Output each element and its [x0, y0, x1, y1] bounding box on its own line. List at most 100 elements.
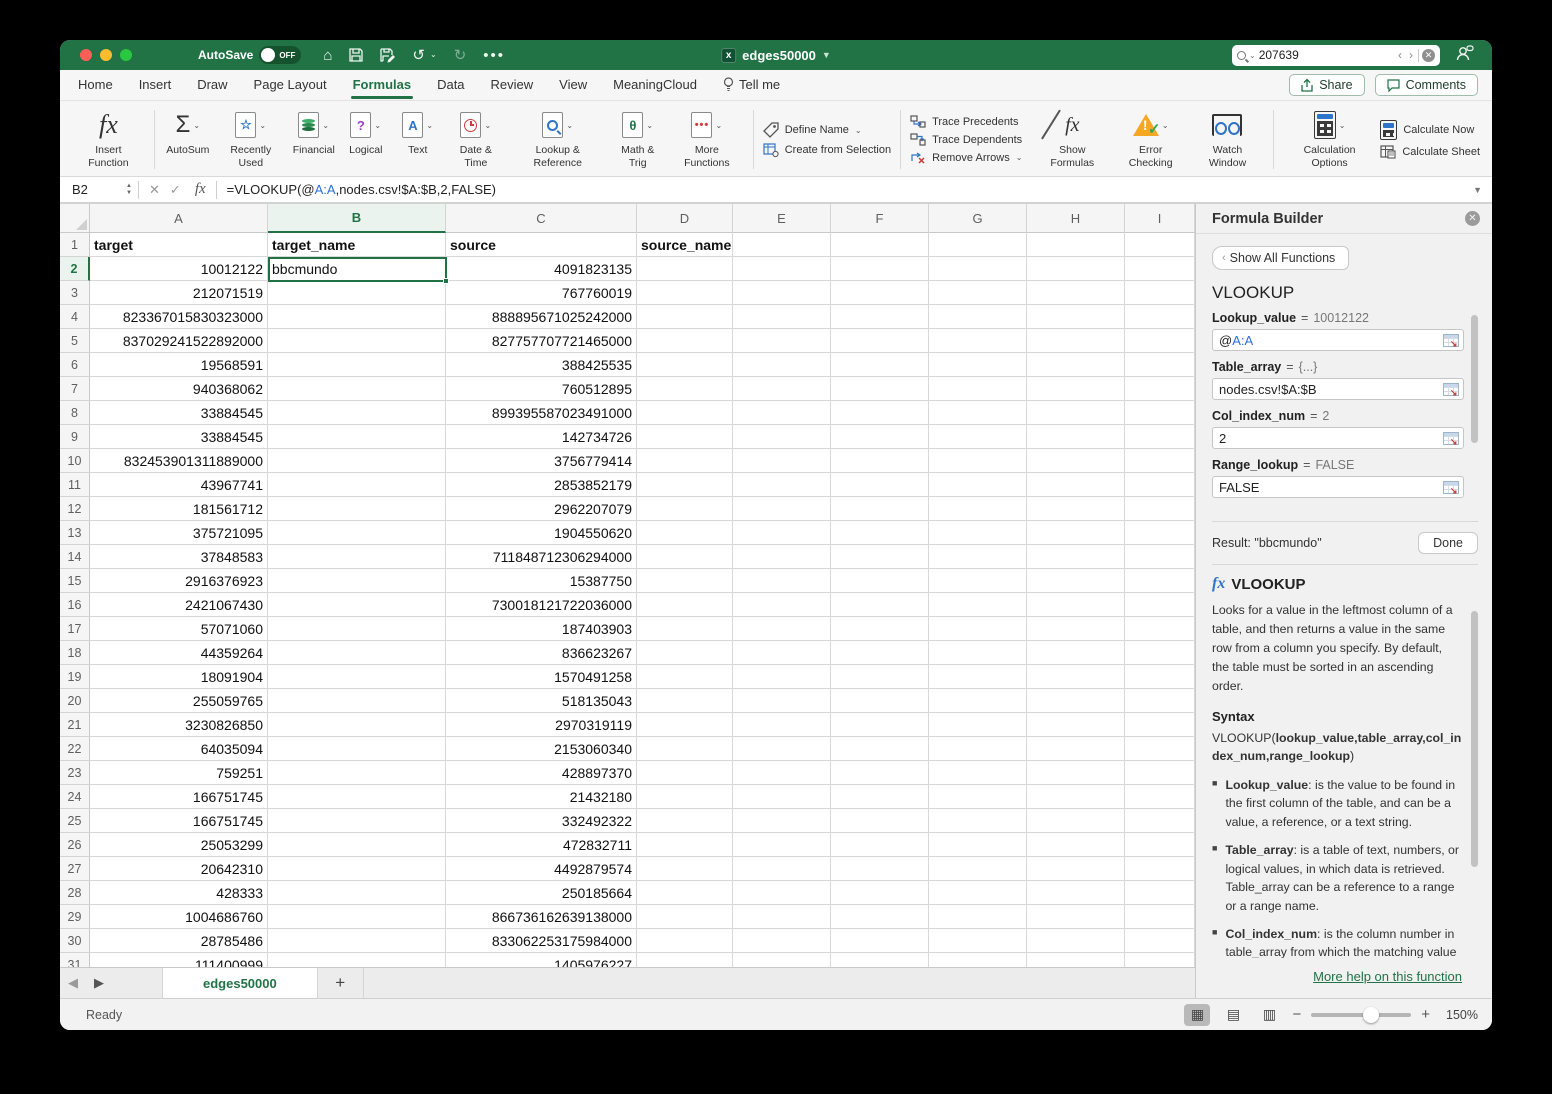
cell-F23[interactable]	[831, 761, 929, 785]
cell-F7[interactable]	[831, 377, 929, 401]
cell-G24[interactable]	[929, 785, 1027, 809]
cell-H17[interactable]	[1027, 617, 1125, 641]
row-header-20[interactable]: 20	[60, 689, 90, 713]
cell-I11[interactable]	[1125, 473, 1195, 497]
tab-view[interactable]: View	[559, 71, 587, 99]
cell-B5[interactable]	[268, 329, 446, 353]
cell-C31[interactable]: 1405976227	[446, 953, 637, 967]
range-selector-icon[interactable]	[1443, 334, 1459, 347]
row-header-9[interactable]: 9	[60, 425, 90, 449]
cell-G4[interactable]	[929, 305, 1027, 329]
cell-F4[interactable]	[831, 305, 929, 329]
cell-I15[interactable]	[1125, 569, 1195, 593]
cell-H19[interactable]	[1027, 665, 1125, 689]
more-functions-button[interactable]: •••⌄ More Functions	[668, 105, 746, 173]
cell-B19[interactable]	[268, 665, 446, 689]
cell-I18[interactable]	[1125, 641, 1195, 665]
cell-C23[interactable]: 428897370	[446, 761, 637, 785]
cell-D16[interactable]	[637, 593, 733, 617]
cell-C10[interactable]: 3756779414	[446, 449, 637, 473]
cell-G3[interactable]	[929, 281, 1027, 305]
cell-H26[interactable]	[1027, 833, 1125, 857]
cell-E21[interactable]	[733, 713, 831, 737]
cell-D6[interactable]	[637, 353, 733, 377]
cell-B22[interactable]	[268, 737, 446, 761]
cell-A27[interactable]: 20642310	[90, 857, 268, 881]
row-header-1[interactable]: 1	[60, 233, 90, 257]
cell-H21[interactable]	[1027, 713, 1125, 737]
cell-D7[interactable]	[637, 377, 733, 401]
cell-B13[interactable]	[268, 521, 446, 545]
cell-H18[interactable]	[1027, 641, 1125, 665]
column-header-F[interactable]: F	[831, 204, 929, 233]
cell-A22[interactable]: 64035094	[90, 737, 268, 761]
more-help-link[interactable]: More help on this function	[1313, 969, 1462, 984]
row-header-31[interactable]: 31	[60, 953, 90, 967]
cell-A7[interactable]: 940368062	[90, 377, 268, 401]
text-button[interactable]: A⌄ Text	[392, 105, 444, 160]
cell-G25[interactable]	[929, 809, 1027, 833]
cell-A21[interactable]: 3230826850	[90, 713, 268, 737]
cell-I14[interactable]	[1125, 545, 1195, 569]
show-all-functions-button[interactable]: ‹Show All Functions	[1212, 246, 1349, 270]
range-selector-icon[interactable]	[1443, 481, 1459, 494]
search-next-button[interactable]: ›	[1407, 48, 1415, 62]
column-header-B[interactable]: B	[268, 204, 446, 233]
cell-I12[interactable]	[1125, 497, 1195, 521]
cell-H23[interactable]	[1027, 761, 1125, 785]
trace-precedents-button[interactable]: Trace Precedents	[910, 115, 1022, 128]
cell-I13[interactable]	[1125, 521, 1195, 545]
row-header-28[interactable]: 28	[60, 881, 90, 905]
row-header-2[interactable]: 2	[60, 257, 90, 281]
cell-G22[interactable]	[929, 737, 1027, 761]
cell-D22[interactable]	[637, 737, 733, 761]
cell-F11[interactable]	[831, 473, 929, 497]
cell-B8[interactable]	[268, 401, 446, 425]
cell-I7[interactable]	[1125, 377, 1195, 401]
cell-A31[interactable]: 111400999	[90, 953, 268, 967]
cell-G27[interactable]	[929, 857, 1027, 881]
column-header-C[interactable]: C	[446, 204, 637, 233]
view-page-break-button[interactable]: ▥	[1256, 1004, 1282, 1026]
cell-E8[interactable]	[733, 401, 831, 425]
cell-F8[interactable]	[831, 401, 929, 425]
cell-E3[interactable]	[733, 281, 831, 305]
cell-H7[interactable]	[1027, 377, 1125, 401]
range-selector-icon[interactable]	[1443, 383, 1459, 396]
search-box[interactable]: ⌄ ‹ › ✕	[1232, 45, 1440, 66]
cell-I28[interactable]	[1125, 881, 1195, 905]
cell-B23[interactable]	[268, 761, 446, 785]
cell-E4[interactable]	[733, 305, 831, 329]
cell-B1[interactable]: target_name	[268, 233, 446, 257]
row-header-11[interactable]: 11	[60, 473, 90, 497]
calculate-sheet-button[interactable]: Calculate Sheet	[1380, 145, 1480, 159]
logical-button[interactable]: ?⌄ Logical	[340, 105, 392, 160]
cell-I30[interactable]	[1125, 929, 1195, 953]
cell-E2[interactable]	[733, 257, 831, 281]
remove-arrows-button[interactable]: Remove Arrows⌄	[910, 151, 1022, 164]
row-header-18[interactable]: 18	[60, 641, 90, 665]
undo-button[interactable]: ↺	[412, 48, 425, 63]
cell-D23[interactable]	[637, 761, 733, 785]
cell-G5[interactable]	[929, 329, 1027, 353]
cell-F31[interactable]	[831, 953, 929, 967]
range-selector-icon[interactable]	[1443, 432, 1459, 445]
cell-A30[interactable]: 28785486	[90, 929, 268, 953]
cell-F3[interactable]	[831, 281, 929, 305]
row-header-21[interactable]: 21	[60, 713, 90, 737]
formula-bar-expand-icon[interactable]: ▼	[1473, 185, 1492, 195]
cell-D19[interactable]	[637, 665, 733, 689]
cell-G1[interactable]	[929, 233, 1027, 257]
cell-A17[interactable]: 57071060	[90, 617, 268, 641]
cell-D13[interactable]	[637, 521, 733, 545]
cell-I27[interactable]	[1125, 857, 1195, 881]
cell-I8[interactable]	[1125, 401, 1195, 425]
cell-H31[interactable]	[1027, 953, 1125, 967]
autosum-button[interactable]: Σ⌄ AutoSum	[162, 105, 214, 160]
cell-C1[interactable]: source	[446, 233, 637, 257]
cell-G23[interactable]	[929, 761, 1027, 785]
cell-H2[interactable]	[1027, 257, 1125, 281]
cell-D20[interactable]	[637, 689, 733, 713]
cell-B29[interactable]	[268, 905, 446, 929]
cell-B26[interactable]	[268, 833, 446, 857]
